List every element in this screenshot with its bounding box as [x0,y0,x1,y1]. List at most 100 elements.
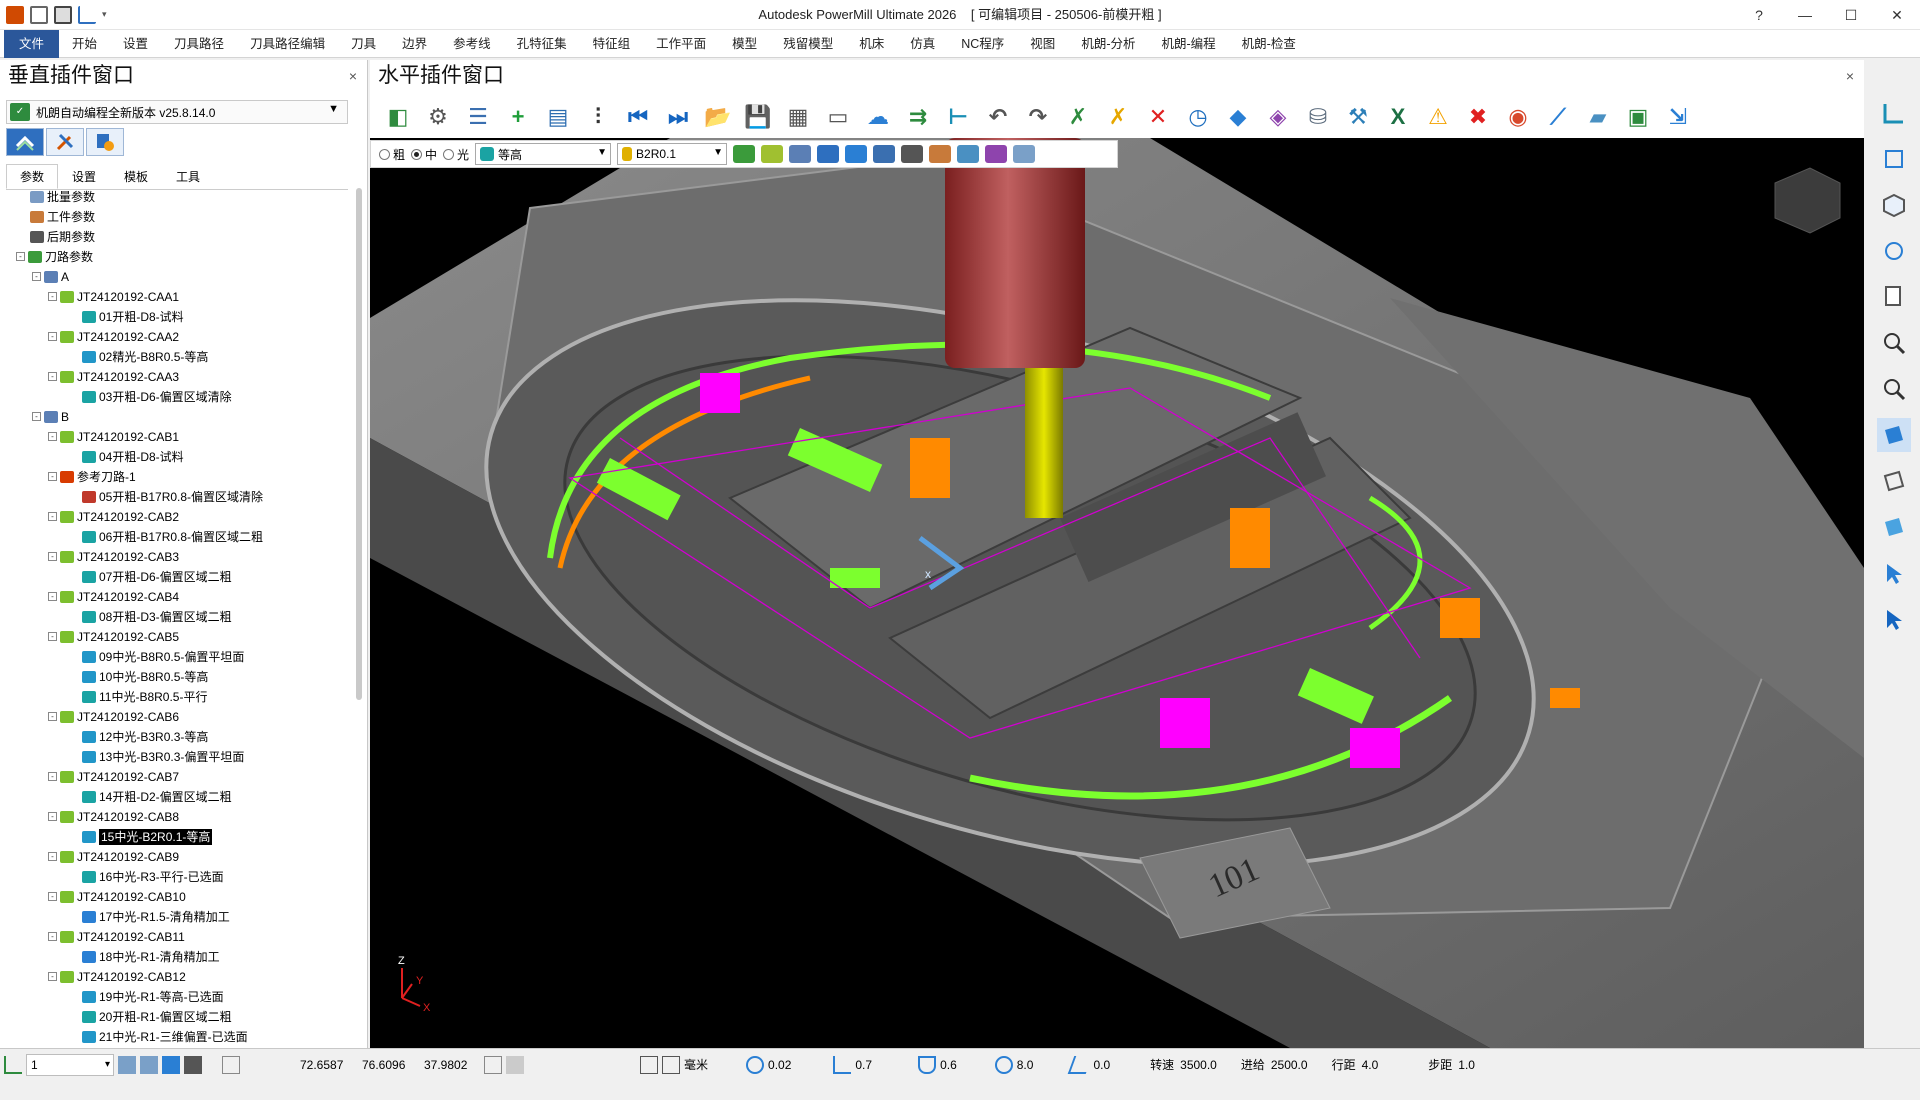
tree-scrollbar[interactable] [356,188,362,700]
tree-item[interactable]: 工件参数 [6,206,348,226]
ribbon-tab-1[interactable]: 开始 [59,30,110,58]
ribbon-tab-2[interactable]: 设置 [110,30,161,58]
block-icon[interactable]: ◆ [1222,101,1254,133]
tree-item[interactable]: 18中光-R1-清角精加工 [6,946,348,966]
excel-icon[interactable]: X [1382,101,1414,133]
save-icon[interactable]: 💾 [742,101,774,133]
calculator-icon[interactable] [640,1055,658,1074]
3d-viewport[interactable]: x 101 Z Y X [370,138,1864,1048]
ribbon-tab-4[interactable]: 刀具路径编辑 [237,30,338,58]
tree-item[interactable]: 10中光-B8R0.5-等高 [6,666,348,686]
ribbon-tab-16[interactable]: 视图 [1017,30,1068,58]
tree-item[interactable]: 14开粗-D2-偏置区域二粗 [6,786,348,806]
tree-item[interactable]: 12中光-B3R0.3-等高 [6,726,348,746]
zoom-box-icon[interactable] [1877,326,1911,360]
shaded-view-icon[interactable] [1877,418,1911,452]
layout-icon[interactable]: ◧ [382,101,414,133]
tree-item[interactable]: - JT24120192-CAA3 [6,366,348,386]
ribbon-tab-15[interactable]: NC程序 [948,30,1017,58]
tree-item[interactable]: 08开粗-D3-偏置区域二粗 [6,606,348,626]
import-icon[interactable]: ⇉ [902,101,934,133]
tree-item[interactable]: -A [6,266,348,286]
pattern-dropdown-icon[interactable] [957,145,980,163]
shape-dropdown-icon[interactable] [873,145,896,163]
settings-tab-icon[interactable] [86,128,124,156]
delete-icon[interactable]: ✕ [1142,101,1174,133]
tree-item[interactable]: 11中光-B8R0.5-平行 [6,686,348,706]
tree-item[interactable]: - JT24120192-CAB8 [6,806,348,826]
ribbon-tab-7[interactable]: 参考线 [440,30,504,58]
tool-dropdown-icon[interactable]: ▼ [713,147,723,158]
radio-dot-icon[interactable] [411,148,423,160]
tree-item[interactable]: -B [6,406,348,426]
tree-expander-icon[interactable]: - [48,332,57,342]
tree-item[interactable]: 17中光-R1.5-清角精加工 [6,906,348,926]
tree-expander-icon[interactable]: - [48,812,57,822]
tree-expander-icon[interactable]: - [48,772,57,782]
tree-item[interactable]: 02精光-B8R0.5-等高 [6,346,348,366]
workplane-dropdown-icon[interactable]: ▾ [105,1055,110,1075]
toolpath-tab-icon[interactable] [6,128,44,156]
tree-expander-icon[interactable]: - [32,412,41,422]
ribbon-tab-9[interactable]: 特征组 [580,30,644,58]
palette-icon[interactable]: ◉ [1502,101,1534,133]
warning-cross-icon[interactable]: ✗ [1102,101,1134,133]
select-icon[interactable] [1877,556,1911,590]
tree-item[interactable]: 15中光-B2R0.1-等高 [6,826,348,846]
tree-icon[interactable]: ⊢ [942,101,974,133]
probe-dropdown-icon[interactable] [1013,145,1036,163]
tree-item[interactable]: 07开粗-D6-偏置区域二粗 [6,566,348,586]
skip-first-icon[interactable]: ⏮ [622,101,654,133]
tree-item[interactable]: - JT24120192-CAB2 [6,506,348,526]
ribbon-tab-14[interactable]: 仿真 [897,30,948,58]
tree-item[interactable]: - JT24120192-CAB3 [6,546,348,566]
strategy-combo[interactable]: 等高 ▼ [475,143,612,165]
tools-tab-icon[interactable] [46,128,84,156]
tree-item[interactable]: - JT24120192-CAB6 [6,706,348,726]
quality-radio-2[interactable]: 光 [443,146,469,163]
rotate-view-icon[interactable] [1877,234,1911,268]
radio-dot-icon[interactable] [443,148,455,160]
help-button[interactable]: ? [1736,0,1782,30]
check-cross-icon[interactable]: ✗ [1062,101,1094,133]
tree-item[interactable]: - JT24120192-CAB7 [6,766,348,786]
clock-icon[interactable]: ◷ [1182,101,1214,133]
grid-icon[interactable] [222,1055,240,1074]
undo-icon[interactable]: ↶ [982,101,1014,133]
workplane-combo[interactable]: 1 ▾ [26,1053,114,1076]
ribbon-tab-12[interactable]: 残留模型 [770,30,846,58]
app-logo-icon[interactable] [6,5,24,24]
list-settings-icon[interactable]: ☰ [462,101,494,133]
tree-item[interactable]: - JT24120192-CAA2 [6,326,348,346]
cert-icon[interactable]: ▣ [1622,101,1654,133]
radio-dot-icon[interactable] [379,148,390,160]
ribbon-tab-5[interactable]: 刀具 [338,30,389,58]
tree-item[interactable]: - JT24120192-CAB12 [6,966,348,986]
ribbon-tab-3[interactable]: 刀具路径 [161,30,237,58]
tree-expander-icon[interactable]: - [48,292,57,302]
ribbon-tab-19[interactable]: 机朗-检查 [1229,30,1309,58]
cursor-dropdown-icon[interactable] [901,145,924,163]
tool-assembly-dropdown-icon[interactable] [929,145,952,163]
tree-item[interactable]: 16中光-R3-平行-已选面 [6,866,348,886]
stripe-yellow-icon[interactable] [761,145,784,163]
tree-expander-icon[interactable]: - [48,592,57,602]
window-icon[interactable]: ▭ [822,101,854,133]
snap-icon-2[interactable] [140,1055,158,1074]
tool-holder-icon[interactable]: ⚒ [1342,101,1374,133]
database-icon[interactable]: ⛁ [1302,101,1334,133]
ribbon-tab-6[interactable]: 边界 [389,30,440,58]
close-button[interactable]: ✕ [1874,0,1920,30]
customize-dropdown-icon[interactable]: ▾ [102,9,107,20]
solid-cube-icon[interactable] [1877,510,1911,544]
pattern-icon[interactable]: ⟋ [1542,101,1574,133]
open-folder-icon[interactable]: 📂 [702,101,734,133]
tree-item[interactable]: 批量参数 [6,186,348,206]
warning-icon[interactable]: ⚠ [1422,101,1454,133]
plane-icon[interactable]: ▰ [1582,101,1614,133]
tree-expander-icon[interactable]: - [16,252,25,262]
cloud-icon[interactable]: ☁ [862,101,894,133]
tree-item[interactable]: - JT24120192-CAA1 [6,286,348,306]
tree-item[interactable]: - JT24120192-CAB10 [6,886,348,906]
tree-expander-icon[interactable]: - [32,272,41,282]
